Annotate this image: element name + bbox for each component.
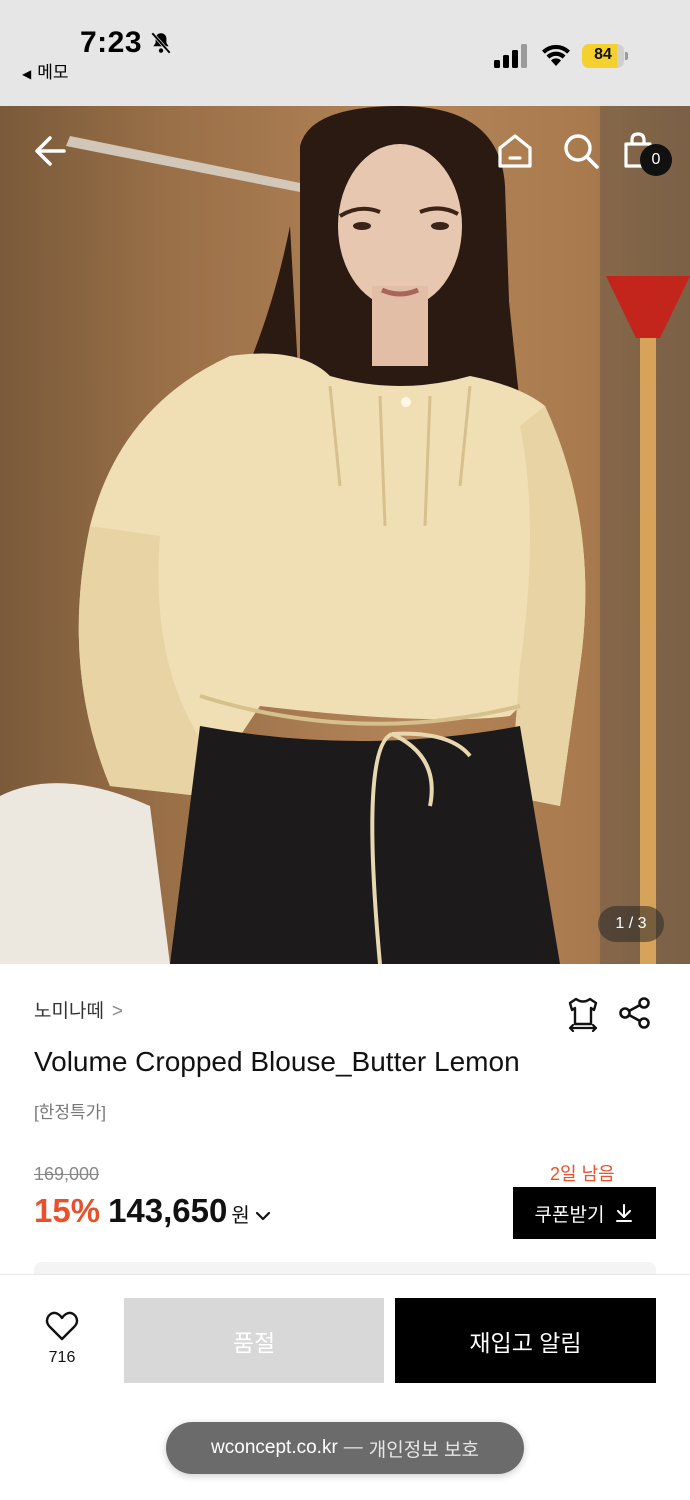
status-time: 7:23 (80, 26, 143, 59)
chevron-right-icon: > (111, 1001, 124, 1022)
coupon-button-label: 쿠폰받기 (534, 1204, 605, 1226)
signal-icon (494, 44, 527, 68)
discount-rate: 15% (34, 1192, 101, 1229)
back-triangle-icon: ◀ (22, 67, 32, 81)
currency-unit: 원 (231, 1205, 250, 1227)
fit-icon[interactable] (564, 994, 602, 1032)
bell-slash-icon (151, 32, 171, 54)
chevron-down-icon (255, 1211, 270, 1221)
brand-link[interactable]: 노미나떼 > (34, 996, 123, 1023)
search-icon[interactable] (560, 130, 602, 172)
like-count: 716 (48, 1349, 76, 1366)
back-arrow-icon[interactable] (30, 130, 72, 172)
wifi-icon (542, 44, 570, 66)
product-image-gallery[interactable]: 0 1 / 3 (0, 106, 690, 964)
home-icon[interactable] (494, 130, 536, 172)
soldout-label: 품절 (232, 1329, 276, 1356)
original-price: 169,000 (34, 1164, 100, 1184)
battery-icon: 84 (582, 44, 628, 68)
back-app-label: 메모 (37, 63, 69, 82)
coupon-remaining: 2일 남음 (550, 1164, 615, 1184)
status-bar: 7:23 ◀ 메모 84 (0, 0, 690, 106)
brand-name: 노미나떼 (34, 1001, 104, 1022)
privacy-label: 개인정보 보호 (368, 1439, 479, 1461)
battery-level: 84 (594, 46, 612, 63)
url-domain: wconcept.co.kr (211, 1437, 338, 1458)
coupon-download-button[interactable]: 쿠폰받기 (513, 1187, 656, 1239)
image-pager: 1 / 3 (598, 906, 664, 942)
restock-label: 재입고 알림 (469, 1329, 582, 1356)
restock-alert-button[interactable]: 재입고 알림 (395, 1298, 656, 1383)
back-to-app[interactable]: ◀ 메모 (22, 58, 69, 83)
download-icon (616, 1204, 633, 1222)
product-title: Volume Cropped Blouse_Butter Lemon (34, 1046, 520, 1077)
sale-price: 143,650 (108, 1192, 228, 1229)
url-separator: — (343, 1437, 363, 1458)
share-icon[interactable] (618, 996, 652, 1030)
like-button[interactable]: 716 (36, 1310, 88, 1367)
product-tag: [한정특가] (34, 1103, 107, 1122)
cart-count-badge: 0 (640, 144, 672, 176)
price-dropdown[interactable]: 15% 143,650 원 (34, 1192, 272, 1236)
soldout-button[interactable]: 품절 (124, 1298, 384, 1383)
heart-icon (45, 1311, 79, 1341)
product-photo (0, 106, 690, 964)
url-bar[interactable]: wconcept.co.kr — 개인정보 보호 (166, 1422, 524, 1474)
